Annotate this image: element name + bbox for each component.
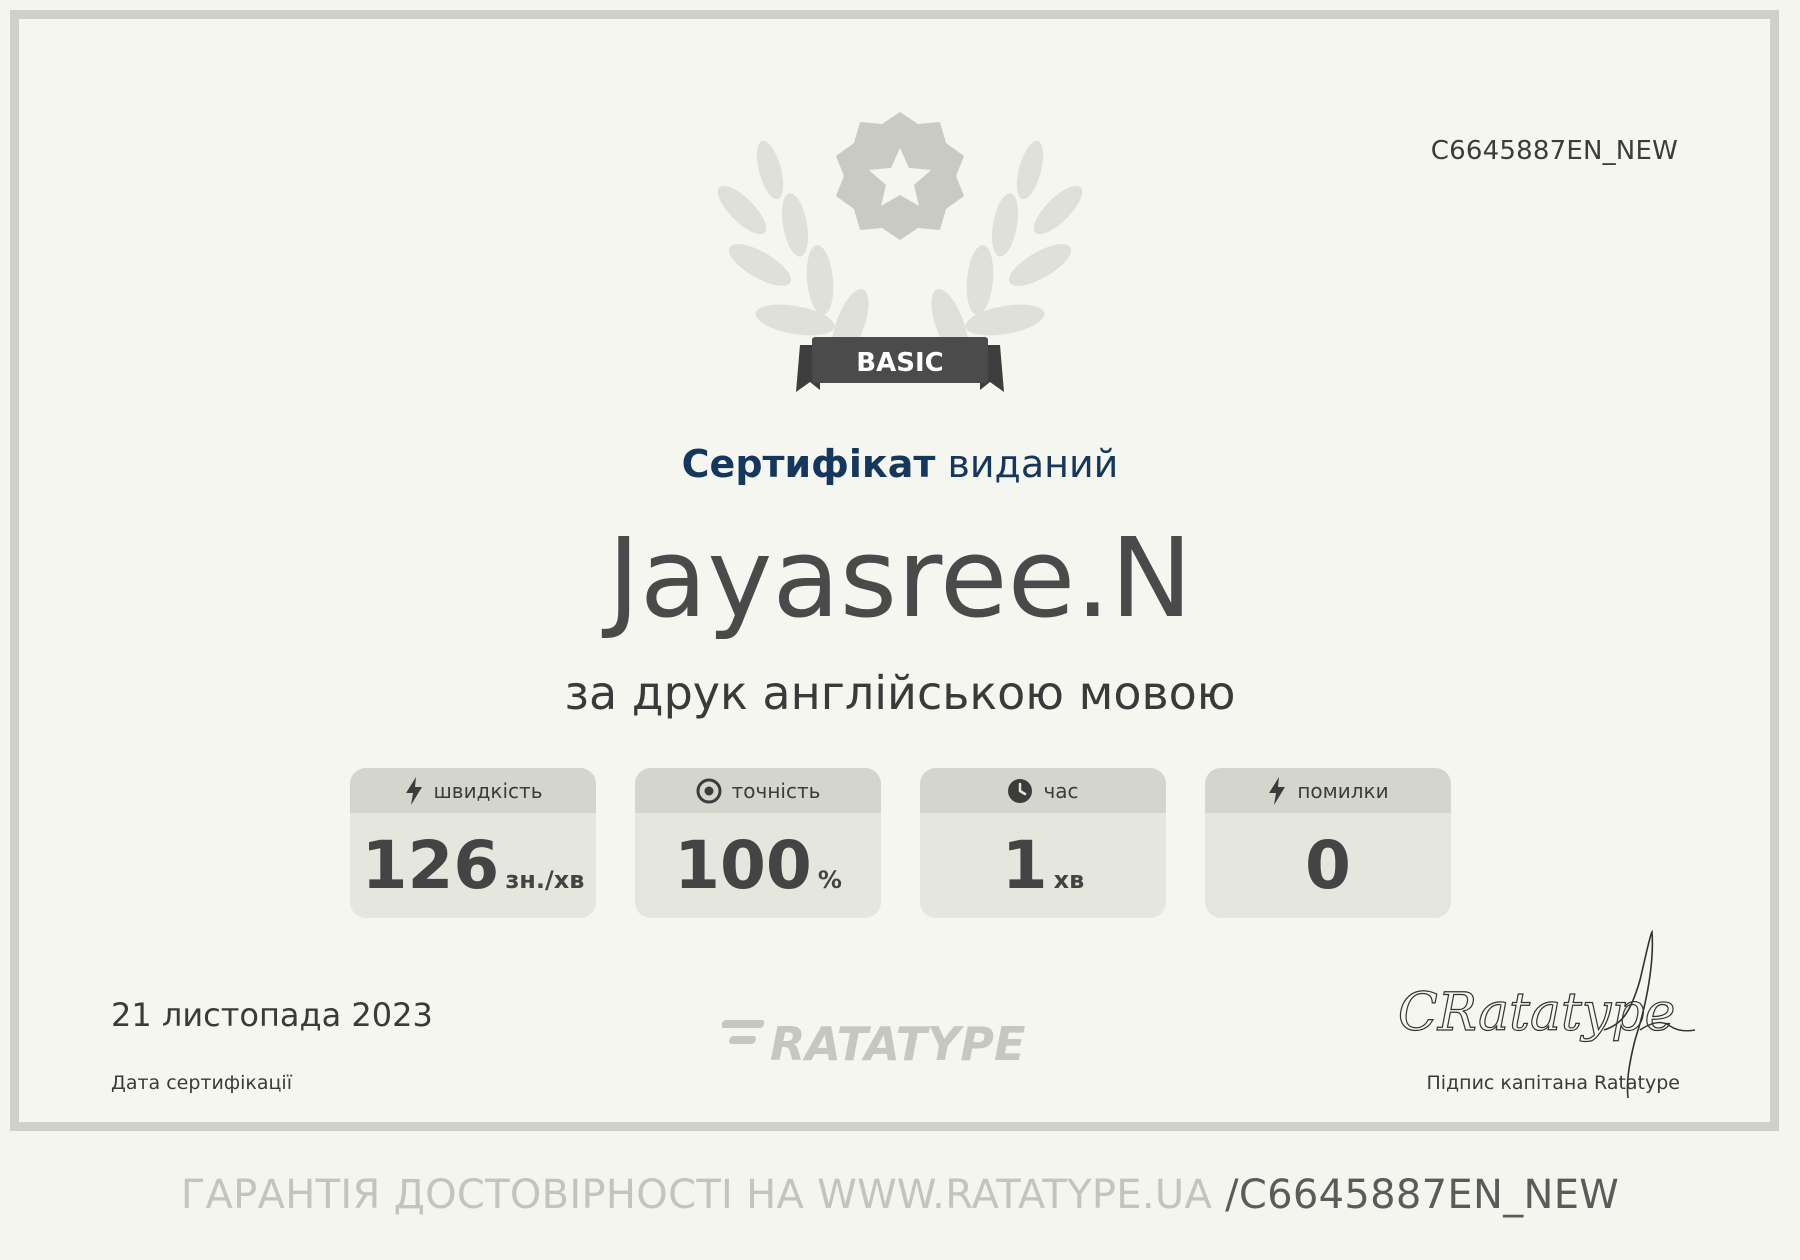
stat-unit: хв bbox=[1053, 866, 1085, 894]
certificate-page: C6645887EN_NEW BASIC Сертифікат виданий … bbox=[0, 0, 1800, 1260]
certificate-subtitle: за друк англійською мовою bbox=[564, 666, 1236, 720]
authenticity-link-id[interactable]: /C6645887EN_NEW bbox=[1225, 1172, 1619, 1218]
authenticity-link-prefix[interactable]: ГАРАНТІЯ ДОСТОВІРНОСТІ НА WWW.RATATYPE.U… bbox=[181, 1172, 1212, 1218]
authenticity-footer: ГАРАНТІЯ ДОСТОВІРНОСТІ НА WWW.RATATYPE.U… bbox=[0, 1172, 1800, 1218]
stat-errors: помилки 0 bbox=[1205, 768, 1451, 918]
ratatype-logo-text: RATATYPE bbox=[770, 1017, 1025, 1066]
issued-rest: виданий bbox=[947, 442, 1119, 486]
ratatype-logo: RATATYPE bbox=[722, 1017, 1025, 1066]
target-icon bbox=[696, 778, 722, 803]
stat-accuracy: точність 100 % bbox=[635, 768, 881, 918]
stat-value: 0 bbox=[1305, 827, 1351, 904]
clock-icon bbox=[1008, 778, 1033, 803]
issued-bold: Сертифікат bbox=[681, 442, 936, 486]
stat-time: час 1 хв bbox=[920, 768, 1166, 918]
stat-label: помилки bbox=[1297, 778, 1389, 803]
lightning-icon bbox=[405, 776, 422, 805]
stat-value: 1 bbox=[1001, 827, 1048, 904]
certification-date-label: Дата сертифікації bbox=[111, 1072, 292, 1094]
level-badge-label: BASIC bbox=[856, 348, 944, 378]
signature-handwriting: CRatatype bbox=[1398, 983, 1675, 1043]
stat-value: 126 bbox=[361, 827, 500, 904]
certificate-id: C6645887EN_NEW bbox=[1430, 136, 1678, 166]
stat-label: точність bbox=[731, 778, 821, 803]
stat-value: 100 bbox=[674, 827, 812, 904]
certification-date: 21 листопада 2023 bbox=[111, 996, 433, 1034]
stat-label: швидкість bbox=[433, 778, 543, 803]
stats-row: швидкість 126 зн./хв точність 100 % час … bbox=[350, 768, 1451, 918]
stat-unit: зн./хв bbox=[505, 866, 585, 894]
signature-label: Підпис капітана Ratatype bbox=[1426, 1072, 1680, 1094]
lightning-icon bbox=[1269, 776, 1286, 805]
issued-heading: Сертифікат виданий bbox=[0, 442, 1800, 486]
recipient-name: Jayasree.N bbox=[607, 514, 1193, 642]
stat-unit: % bbox=[817, 866, 842, 894]
stat-label: час bbox=[1043, 778, 1079, 803]
stat-speed: швидкість 126 зн./хв bbox=[350, 768, 596, 918]
